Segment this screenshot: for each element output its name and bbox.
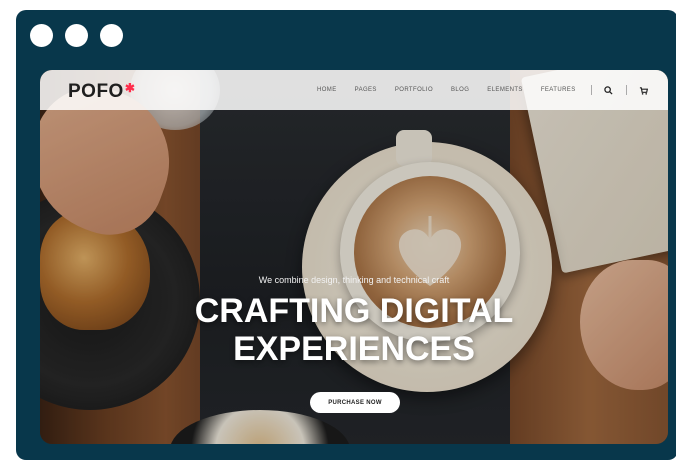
window-dot-maximize[interactable] <box>100 24 123 47</box>
nav-divider <box>625 85 627 95</box>
hero-headline-line-1: CRAFTING DIGITAL <box>194 292 514 330</box>
window-dot-minimize[interactable] <box>65 24 88 47</box>
site-logo[interactable]: POFO✱ <box>68 81 135 103</box>
nav-item-features[interactable]: Features <box>532 87 585 93</box>
hero-headline-line-2: EXPERIENCES <box>233 330 475 368</box>
logo-mark-icon: ✱ <box>124 81 136 95</box>
nav-divider <box>590 85 592 95</box>
nav-item-blog[interactable]: Blog <box>442 87 478 93</box>
nav-item-home[interactable]: Home <box>308 87 346 93</box>
nav-item-portfolio[interactable]: Portfolio <box>386 87 442 93</box>
logo-text: POFO <box>68 81 124 102</box>
window-controls <box>30 24 123 47</box>
cart-icon[interactable] <box>633 86 655 95</box>
website-viewport: POFO✱ Home Pages Portfolio Blog Elements… <box>40 70 668 444</box>
nav-item-pages[interactable]: Pages <box>346 87 386 93</box>
hero-tagline: We combine design, thinking and technica… <box>258 275 450 285</box>
site-navbar: POFO✱ Home Pages Portfolio Blog Elements… <box>40 70 668 110</box>
hero-headline: CRAFTING DIGITAL EXPERIENCES <box>40 292 668 368</box>
window-dot-close[interactable] <box>30 24 53 47</box>
main-nav: Home Pages Portfolio Blog Elements Featu… <box>308 70 655 110</box>
nav-item-elements[interactable]: Elements <box>478 87 532 93</box>
search-icon[interactable] <box>598 85 620 95</box>
hero-photo-overlay <box>40 70 668 444</box>
browser-frame: POFO✱ Home Pages Portfolio Blog Elements… <box>16 10 676 460</box>
purchase-now-button[interactable]: PURCHASE NOW <box>310 392 400 413</box>
